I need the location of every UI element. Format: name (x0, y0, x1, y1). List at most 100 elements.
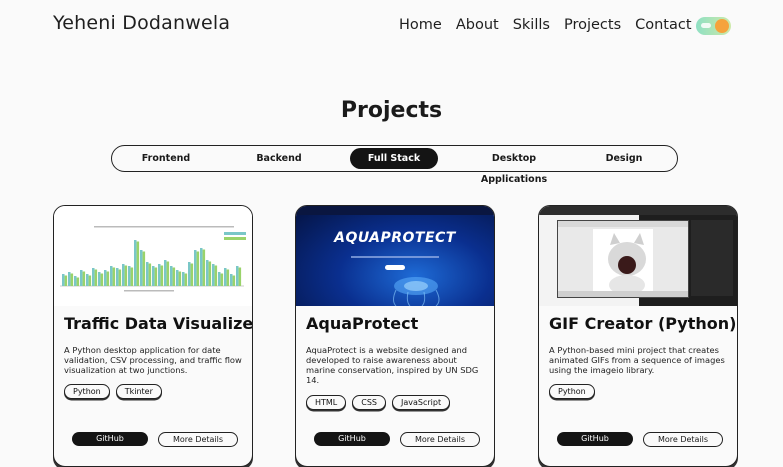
chart-bar (94, 269, 98, 286)
project-card-traffic: Traffic Data Visualizer A Python desktop… (53, 205, 253, 467)
tag-list: HTML CSS JavaScript (306, 395, 451, 410)
chart-bar (104, 270, 107, 286)
nav-home[interactable]: Home (399, 17, 442, 33)
chart-bar (128, 266, 131, 286)
chart-bar (214, 265, 218, 286)
chart-bar (158, 264, 161, 286)
jellyfish-icon (393, 277, 440, 306)
chart-bar (62, 274, 65, 286)
chart-bar (170, 266, 173, 286)
github-button[interactable]: GitHub (314, 432, 390, 446)
tab-frontend[interactable]: Frontend (126, 148, 206, 169)
cat-image (593, 229, 653, 295)
chart-bar (196, 251, 200, 286)
chart-bar (184, 273, 188, 286)
chart-bar (92, 268, 95, 286)
tag-chip: Tkinter (115, 384, 162, 399)
chart-bar (226, 269, 230, 286)
chart-bar (80, 270, 83, 286)
github-button[interactable]: GitHub (557, 432, 633, 446)
chart-bar (68, 272, 71, 286)
chart-bar (146, 262, 149, 286)
chart-bar (232, 275, 236, 286)
project-card-aquaprotect: AQUAPROTECT AquaProtect AquaProtect is a… (295, 205, 495, 467)
chart-bar (64, 275, 68, 286)
project-description: A Python-based mini project that creates… (549, 345, 725, 375)
chart-bar (190, 263, 194, 286)
nav-contact[interactable]: Contact (635, 17, 691, 33)
chart-bar (164, 260, 167, 286)
tab-desktop-applications[interactable]: Desktop Applications (458, 148, 570, 185)
chart-bar (100, 273, 104, 286)
tag-list: Python Tkinter (64, 384, 162, 399)
chart-bar (172, 267, 176, 286)
chart-bar (200, 248, 203, 286)
cloud-icon (701, 23, 711, 28)
chart-bar (218, 272, 221, 286)
chart-bar (70, 273, 74, 286)
project-description: AquaProtect is a website designed and de… (306, 345, 479, 385)
chart-bar (238, 267, 242, 286)
window-titlebar (539, 206, 737, 215)
brand-name[interactable]: Yeheni Dodanwela (53, 12, 230, 34)
chart-bar (134, 240, 137, 286)
tag-list: Python (549, 384, 595, 399)
chart-bar (208, 261, 212, 286)
chart-bar (76, 277, 80, 286)
tab-backend[interactable]: Backend (239, 148, 319, 169)
chart-bar (122, 264, 125, 286)
tag-chip: Python (64, 384, 110, 399)
tag-chip: Python (549, 384, 595, 399)
chart-bar (188, 262, 191, 286)
theme-toggle[interactable] (696, 17, 731, 35)
chart-bar (194, 250, 197, 286)
project-thumbnail: AQUAPROTECT (296, 206, 494, 306)
chart-bar (110, 266, 113, 286)
sun-icon (715, 19, 729, 33)
tag-chip: HTML (306, 395, 347, 410)
chart-bar (166, 261, 170, 286)
chart-bar (88, 275, 92, 286)
section-title: Projects (340, 98, 443, 123)
chart-bar (220, 273, 224, 286)
chart-bar (182, 272, 185, 286)
main-nav: Home About Skills Projects Contact (399, 17, 706, 33)
chart-bar (152, 266, 155, 286)
project-filter-tabs: Frontend Backend Full Stack Desktop Appl… (111, 145, 678, 185)
nav-skills[interactable]: Skills (513, 17, 550, 33)
chart-bar (74, 276, 77, 286)
chart-bar (236, 266, 239, 286)
nav-projects[interactable]: Projects (564, 17, 621, 33)
chart-bar (124, 265, 128, 286)
chart-bar (148, 263, 152, 286)
preview-statusbar (558, 291, 688, 297)
tab-design[interactable]: Design (589, 148, 659, 169)
project-thumbnail (539, 206, 737, 306)
chart-thumbnail (60, 226, 246, 292)
project-title: Traffic Data Visualizer (64, 314, 253, 333)
chart-bar (140, 250, 143, 286)
tag-chip: JavaScript (392, 395, 451, 410)
chart-bar (118, 269, 122, 286)
project-title: GIF Creator (Python) (549, 314, 737, 333)
chart-bar (136, 241, 140, 286)
github-button[interactable]: GitHub (72, 432, 148, 446)
tag-chip: CSS (352, 395, 387, 410)
chart-bar (98, 272, 101, 286)
project-card-gif-creator: GIF Creator (Python) A Python-based mini… (538, 205, 738, 467)
chart-bar (130, 267, 134, 286)
gif-preview-window (557, 220, 689, 298)
chart-bar (154, 267, 158, 286)
chart-bar (230, 274, 233, 286)
project-title: AquaProtect (306, 314, 419, 333)
tab-full-stack[interactable]: Full Stack (350, 148, 438, 169)
chart-bar (116, 268, 119, 286)
chart-bar (178, 271, 182, 286)
chart-bar (106, 271, 110, 286)
terminal-panel (691, 220, 733, 296)
chart-bar (212, 264, 215, 286)
chart-bar (142, 251, 146, 286)
chart-bar (86, 274, 89, 286)
nav-about[interactable]: About (456, 17, 499, 33)
chart-bar (206, 260, 209, 286)
